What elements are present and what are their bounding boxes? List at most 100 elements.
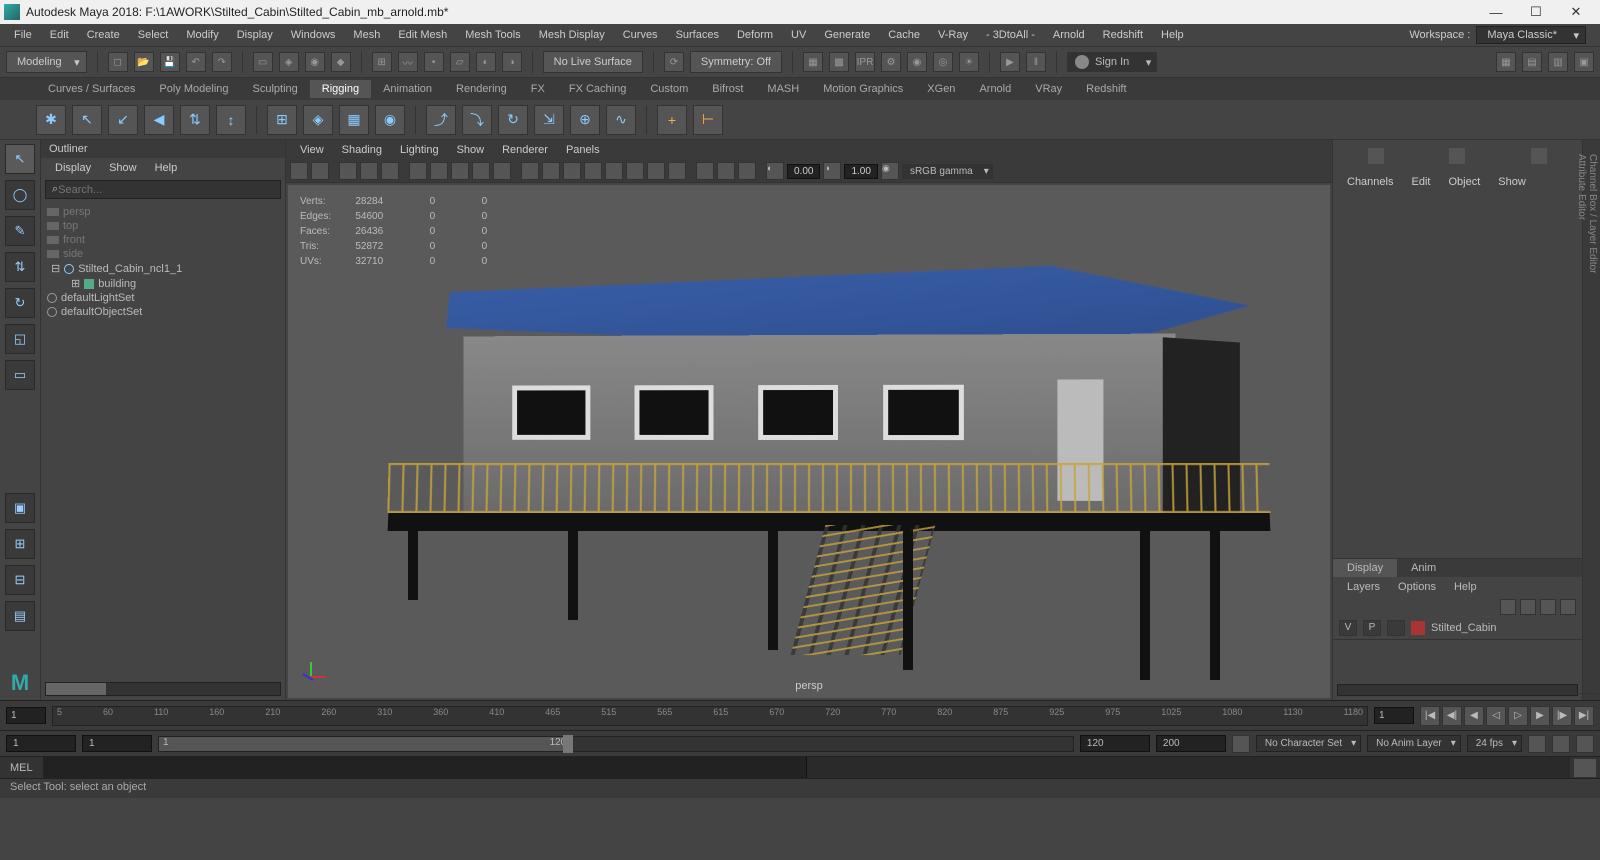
current-frame-field-right[interactable]: 1 xyxy=(1374,707,1414,724)
render-frame-icon[interactable]: ▩ xyxy=(829,52,849,72)
outliner-item-persp[interactable]: persp xyxy=(47,205,279,219)
vp-image-plane-icon[interactable] xyxy=(339,162,357,180)
shelf-tab-sculpt[interactable]: Sculpting xyxy=(241,80,310,98)
hypershade-icon[interactable]: ◉ xyxy=(907,52,927,72)
outliner-search-input[interactable] xyxy=(58,184,274,196)
menu-modify[interactable]: Modify xyxy=(178,27,226,43)
time-slider-track[interactable]: 5601101602102603103604104655155656156707… xyxy=(52,706,1368,726)
shelf-custom-2-icon[interactable]: ⊢ xyxy=(693,105,723,135)
render-setup-icon[interactable]: ◎ xyxy=(933,52,953,72)
layer-up-icon[interactable] xyxy=(1500,599,1516,615)
ipr-render-icon[interactable]: IPR xyxy=(855,52,875,72)
outliner-item-front[interactable]: front xyxy=(47,233,279,247)
viewport-canvas[interactable]: Verts:2828400 Edges:5460000 Faces:264360… xyxy=(288,185,1330,698)
vp-menu-show[interactable]: Show xyxy=(449,142,493,158)
shelf-icon-3[interactable] xyxy=(1578,81,1594,97)
shelf-ik-spline-icon[interactable]: ↙ xyxy=(108,105,138,135)
shelf-ik-icon[interactable]: ↖ xyxy=(72,105,102,135)
menu-curves[interactable]: Curves xyxy=(615,27,666,43)
layer-row-stilted-cabin[interactable]: V P Stilted_Cabin xyxy=(1333,617,1582,640)
live-surface-dropdown[interactable]: No Live Surface xyxy=(543,51,643,73)
layer-visibility-toggle[interactable]: V xyxy=(1339,620,1357,636)
vp-menu-view[interactable]: View xyxy=(292,142,332,158)
save-scene-icon[interactable]: 💾 xyxy=(160,52,180,72)
scrollbar-thumb[interactable] xyxy=(46,683,106,695)
menu-file[interactable]: File xyxy=(6,27,40,43)
step-forward-key-button[interactable]: |▶ xyxy=(1552,706,1572,726)
open-scene-icon[interactable]: 📂 xyxy=(134,52,154,72)
redo-icon[interactable]: ↷ xyxy=(212,52,232,72)
shelf-tab-bifrost[interactable]: Bifrost xyxy=(700,80,755,98)
menu-edit[interactable]: Edit xyxy=(42,27,77,43)
command-input[interactable] xyxy=(44,757,807,778)
outliner-item-top[interactable]: top xyxy=(47,219,279,233)
menu-cache[interactable]: Cache xyxy=(880,27,928,43)
range-options-icon[interactable] xyxy=(1232,735,1250,753)
vp-textured-icon[interactable] xyxy=(563,162,581,180)
menu-mesh[interactable]: Mesh xyxy=(345,27,388,43)
render-settings-icon[interactable]: ⚙ xyxy=(881,52,901,72)
shelf-icon-2[interactable] xyxy=(1556,81,1572,97)
construction-history-icon[interactable]: ⟳ xyxy=(664,52,684,72)
shelf-tab-redshift[interactable]: Redshift xyxy=(1074,80,1138,98)
range-handle[interactable] xyxy=(563,735,573,753)
vp-gamma-value[interactable]: 1.00 xyxy=(844,164,877,179)
outliner-item-stilted-cabin[interactable]: ⊟Stilted_Cabin_ncl1_1 xyxy=(47,261,279,276)
character-set-dropdown[interactable]: No Character Set xyxy=(1256,735,1361,752)
shelf-pole-vector-icon[interactable]: ∿ xyxy=(606,105,636,135)
shelf-icon-1[interactable] xyxy=(1534,81,1550,97)
layer-new-empty-icon[interactable] xyxy=(1540,599,1556,615)
vp-isolate-icon[interactable] xyxy=(696,162,714,180)
layout-four-icon[interactable]: ⊞ xyxy=(5,529,35,559)
vp-exposure-value[interactable]: 0.00 xyxy=(787,164,820,179)
go-to-end-button[interactable]: ▶| xyxy=(1574,706,1594,726)
tab-attribute-editor[interactable]: Attribute Editor xyxy=(1576,146,1587,694)
current-frame-field-left[interactable]: 1 xyxy=(6,707,46,724)
playblast-icon[interactable]: ▶ xyxy=(1000,52,1020,72)
light-editor-icon[interactable]: ☀ xyxy=(959,52,979,72)
menu-windows[interactable]: Windows xyxy=(283,27,344,43)
cb-menu-channels[interactable]: Channels xyxy=(1339,174,1401,190)
menu-3dtoall[interactable]: - 3DtoAll - xyxy=(978,27,1043,43)
panel-layout-1-icon[interactable]: ▦ xyxy=(1496,52,1516,72)
shelf-tab-poly[interactable]: Poly Modeling xyxy=(147,80,240,98)
shelf-custom-1-icon[interactable]: + xyxy=(657,105,687,135)
cb-menu-object[interactable]: Object xyxy=(1440,174,1488,190)
vp-menu-panels[interactable]: Panels xyxy=(558,142,608,158)
maximize-button[interactable]: ☐ xyxy=(1516,4,1556,20)
vp-safe-icon[interactable] xyxy=(493,162,511,180)
shelf-tab-rendering[interactable]: Rendering xyxy=(444,80,519,98)
outliner-menu-help[interactable]: Help xyxy=(147,160,186,176)
outliner-item-lightset[interactable]: defaultLightSet xyxy=(47,291,279,305)
menu-deform[interactable]: Deform xyxy=(729,27,781,43)
menu-surfaces[interactable]: Surfaces xyxy=(668,27,727,43)
outliner-menu-show[interactable]: Show xyxy=(101,160,145,176)
vp-exposure-icon[interactable]: ◐ xyxy=(766,162,784,180)
paint-select-tool[interactable]: ✎ xyxy=(5,216,35,246)
shelf-tab-custom[interactable]: Custom xyxy=(638,80,700,98)
move-tool[interactable]: ⇅ xyxy=(5,252,35,282)
panel-layout-2-icon[interactable]: ▤ xyxy=(1522,52,1542,72)
shelf-tab-vray[interactable]: VRay xyxy=(1023,80,1074,98)
shelf-mirror-joint-icon[interactable]: ⇅ xyxy=(180,105,210,135)
layer-name[interactable]: Stilted_Cabin xyxy=(1431,622,1496,634)
snap-point-icon[interactable]: • xyxy=(424,52,444,72)
vp-bookmark-icon[interactable] xyxy=(311,162,329,180)
vp-aa-icon[interactable] xyxy=(668,162,686,180)
menu-uv[interactable]: UV xyxy=(783,27,814,43)
minimize-button[interactable]: — xyxy=(1476,5,1516,20)
outliner-item-building[interactable]: ⊞building xyxy=(47,276,279,291)
outliner-item-objectset[interactable]: defaultObjectSet xyxy=(47,305,279,319)
cb-icon-1[interactable] xyxy=(1368,148,1384,164)
select-mode-icon[interactable]: ▭ xyxy=(253,52,273,72)
vp-film-gate-icon[interactable] xyxy=(430,162,448,180)
menu-help[interactable]: Help xyxy=(1153,27,1192,43)
cb-icon-2[interactable] xyxy=(1449,148,1465,164)
cb-icon-3[interactable] xyxy=(1531,148,1547,164)
shelf-lattice-icon[interactable]: ▦ xyxy=(339,105,369,135)
outliner-scrollbar[interactable] xyxy=(45,682,281,696)
play-forward-button[interactable]: ▷ xyxy=(1508,706,1528,726)
shelf-point-constraint-icon[interactable]: ⤵ xyxy=(462,105,492,135)
script-editor-button[interactable] xyxy=(1574,759,1596,777)
menu-select[interactable]: Select xyxy=(130,27,177,43)
